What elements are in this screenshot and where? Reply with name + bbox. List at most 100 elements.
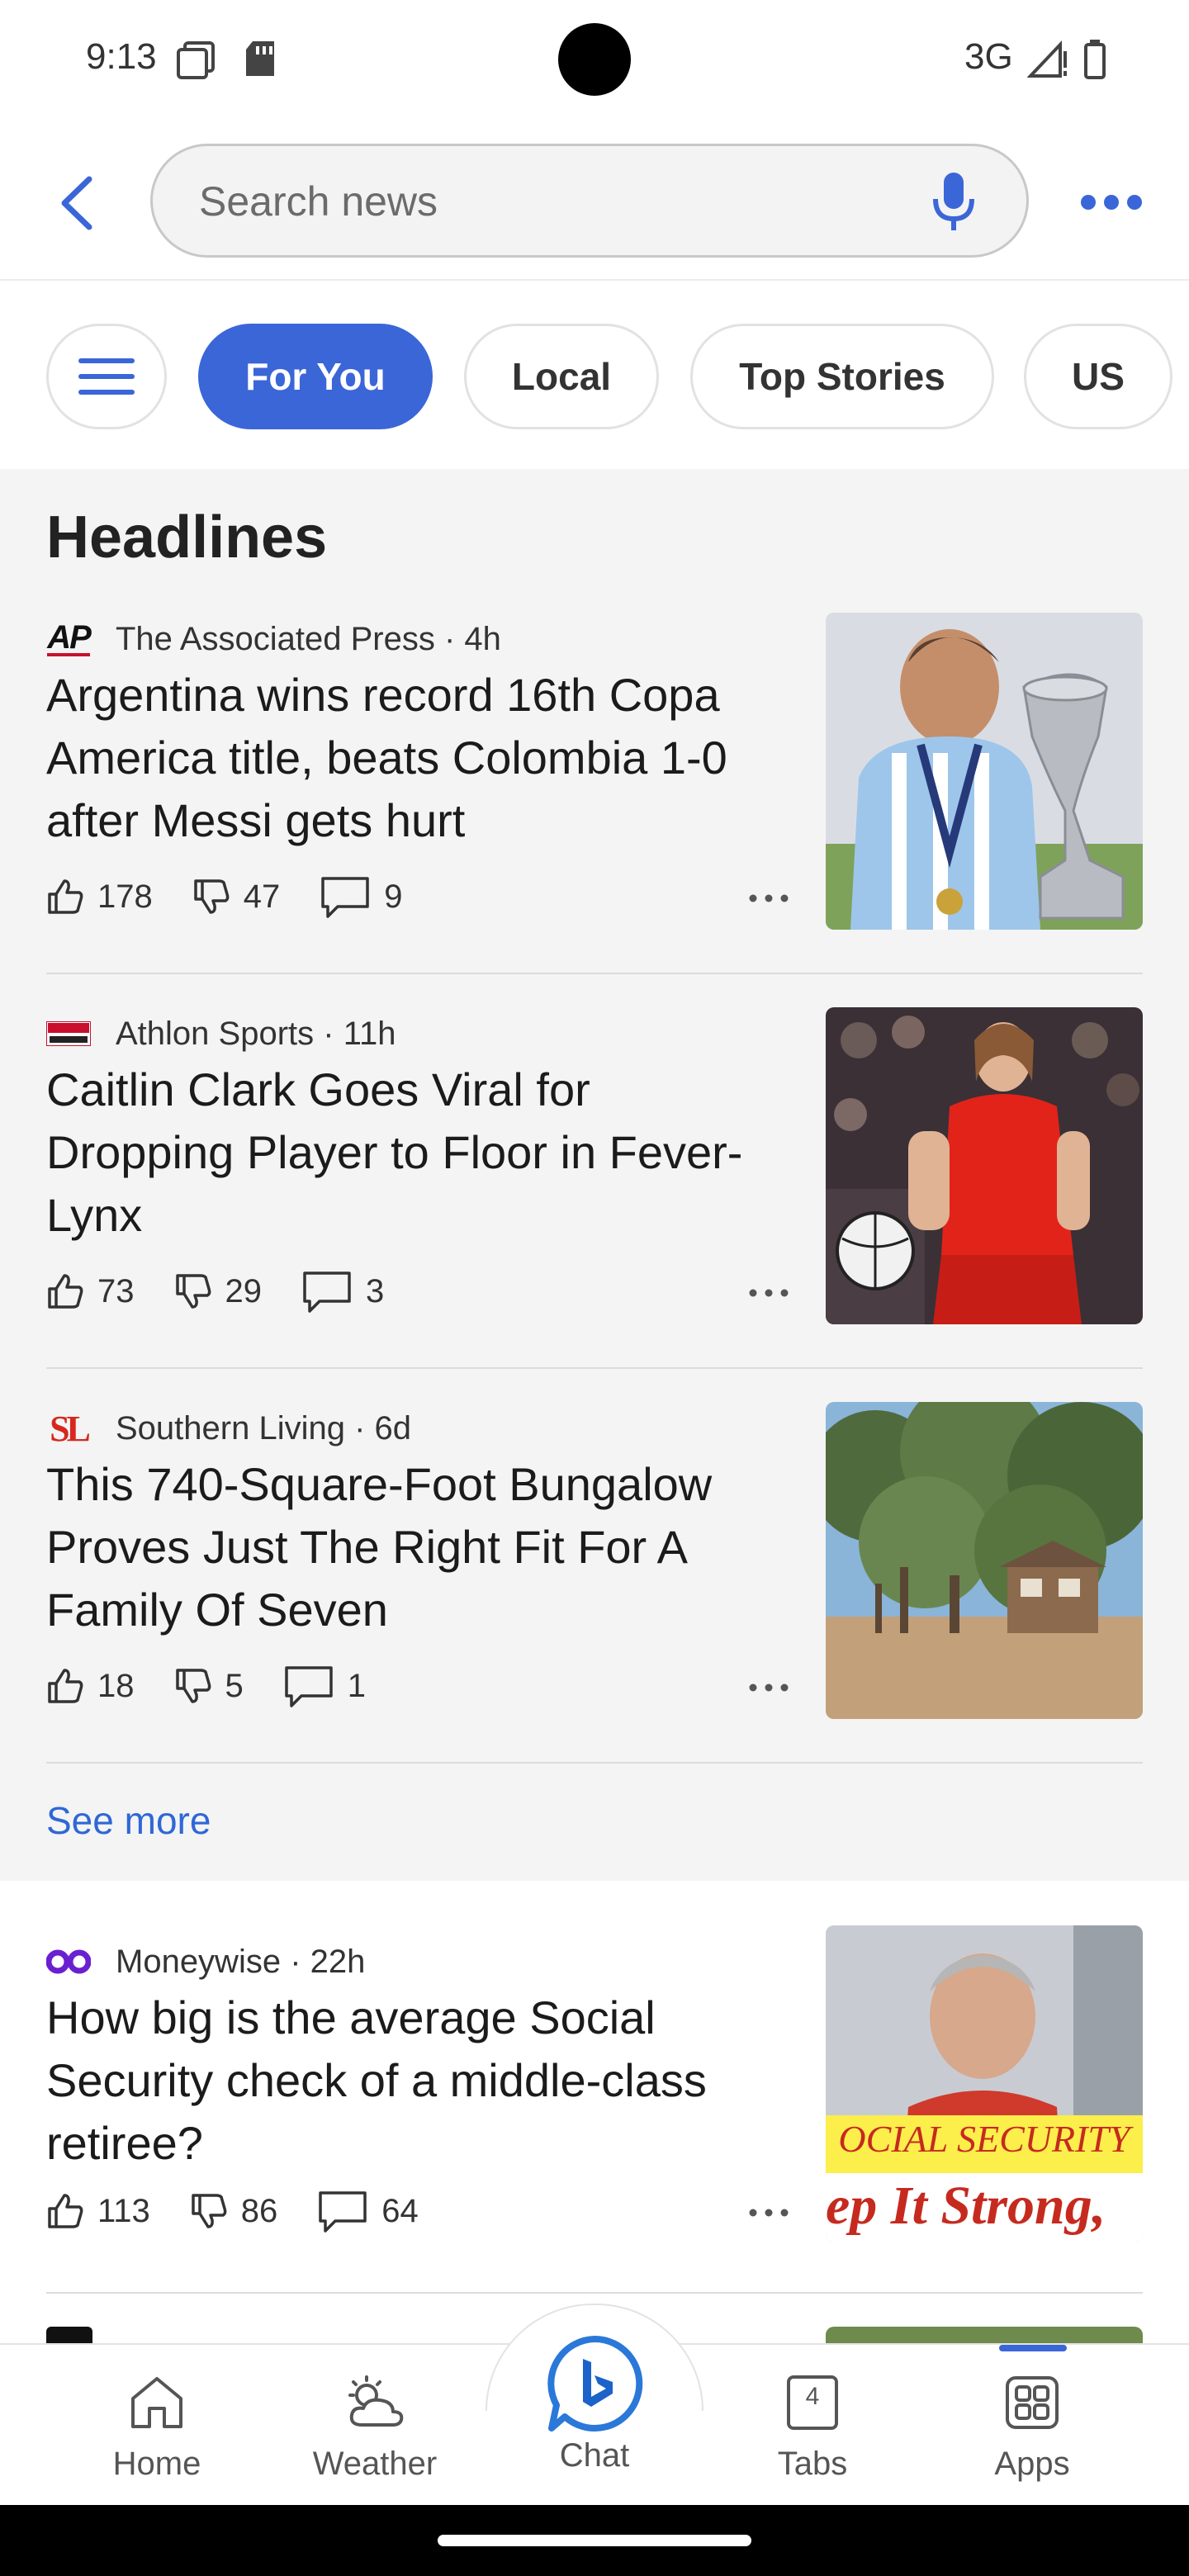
article-more-button[interactable] — [740, 2196, 798, 2229]
article-title[interactable]: Caitlin Clark Goes Viral for Dropping Pl… — [46, 1058, 789, 1247]
article-age: 4h — [464, 620, 501, 657]
dislike-count: 86 — [240, 2192, 278, 2229]
nav-chat[interactable]: Chat — [495, 2335, 694, 2507]
nav-home-label: Home — [112, 2446, 201, 2482]
moneywise-logo-icon — [46, 1943, 91, 1981]
dislike-button[interactable]: 47 — [192, 878, 281, 916]
system-navigation-bar — [0, 2505, 1189, 2576]
article-thumbnail[interactable]: OCIAL SECURITY ep It Strong, — [826, 1925, 1143, 2242]
source-name: Athlon Sports — [116, 1015, 315, 1052]
divider — [46, 2292, 1143, 2294]
athlon-sports-logo-icon — [46, 1015, 91, 1053]
article-age: 11h — [343, 1015, 396, 1052]
comment-button[interactable]: 3 — [301, 1270, 384, 1313]
dislike-button[interactable]: 86 — [190, 2192, 278, 2230]
tabs-count: 4 — [805, 2383, 820, 2410]
article-title[interactable]: Argentina wins record 16th Copa America … — [46, 664, 789, 852]
article-title[interactable]: This 740-Square-Foot Bungalow Proves Jus… — [46, 1453, 789, 1641]
tab-for-you[interactable]: For You — [198, 324, 433, 429]
article-card[interactable]: Moneywise · 22h How big is the average S… — [46, 1925, 1143, 2299]
dislike-button[interactable]: 5 — [174, 1667, 244, 1705]
category-tabs: For You Local Top Stories US — [0, 282, 1189, 469]
nav-chat-label: Chat — [559, 2437, 630, 2474]
article-source: Athlon Sports · 11h — [46, 1012, 396, 1055]
comment-count: 9 — [384, 878, 403, 915]
tab-local[interactable]: Local — [464, 324, 659, 429]
article-thumbnail[interactable] — [826, 613, 1143, 930]
headlines-section: Headlines AP The Associated Press · 4h A… — [0, 469, 1189, 1881]
sign-text-line-1: OCIAL SECURITY — [838, 2118, 1130, 2160]
dislike-count: 47 — [243, 878, 281, 915]
engagement-bar: 73 29 3 — [46, 1267, 424, 1316]
apps-grid-icon — [1006, 2376, 1059, 2429]
like-button[interactable]: 73 — [46, 1272, 135, 1310]
article-more-button[interactable] — [740, 1276, 798, 1309]
dislike-count: 5 — [225, 1667, 244, 1704]
status-bar: 9:13 3G — [0, 0, 1189, 116]
nav-tabs-label: Tabs — [777, 2446, 848, 2482]
comment-button[interactable]: 9 — [320, 875, 403, 918]
back-arrow-icon — [61, 176, 92, 230]
nav-apps[interactable]: Apps — [933, 2345, 1131, 2507]
like-count: 18 — [97, 1667, 135, 1704]
weather-icon — [348, 2375, 404, 2427]
status-time: 9:13 — [86, 36, 157, 77]
like-count: 73 — [97, 1272, 135, 1309]
home-icon — [131, 2377, 182, 2428]
like-button[interactable]: 113 — [46, 2192, 150, 2230]
next-article-logo-peek — [46, 2327, 92, 2343]
like-button[interactable]: 18 — [46, 1667, 135, 1705]
article-thumbnail[interactable] — [826, 1007, 1143, 1324]
tab-us[interactable]: US — [1024, 324, 1172, 429]
engagement-bar: 178 47 9 — [46, 872, 443, 921]
tab-top-stories[interactable]: Top Stories — [690, 324, 994, 429]
microphone-icon[interactable] — [929, 171, 978, 234]
sign-text-line-2: ep It Strong, — [826, 2176, 1106, 2236]
article-more-button[interactable] — [740, 1671, 798, 1704]
source-name: Moneywise — [116, 1943, 282, 1980]
article-more-button[interactable] — [740, 882, 798, 915]
comment-count: 64 — [381, 2192, 419, 2229]
engagement-bar: 113 86 64 — [46, 2186, 458, 2236]
source-name: The Associated Press — [116, 620, 435, 657]
more-horizontal-icon — [749, 1683, 789, 1692]
dislike-button[interactable]: 29 — [174, 1272, 263, 1310]
nav-tabs[interactable]: 4 Tabs — [713, 2345, 912, 2507]
article-age: 22h — [310, 1943, 366, 1980]
thumbs-down-icon — [192, 2194, 227, 2228]
search-placeholder: Search news — [199, 178, 438, 225]
camera-cutout — [558, 23, 631, 96]
thumbs-up-icon — [48, 879, 83, 914]
like-count: 113 — [97, 2192, 150, 2229]
see-more-link[interactable]: See more — [46, 1798, 211, 1843]
southern-living-logo-icon: SL — [50, 1408, 91, 1449]
comment-icon — [321, 877, 369, 918]
back-button[interactable] — [43, 170, 109, 236]
thumbs-up-icon — [48, 2194, 83, 2228]
nav-home[interactable]: Home — [58, 2345, 256, 2507]
network-type: 3G — [964, 36, 1013, 77]
article-source: Moneywise · 22h — [46, 1940, 365, 1983]
article-card[interactable]: SL Southern Living · 6d This 740-Square-… — [46, 1402, 1143, 1765]
article-card[interactable]: AP The Associated Press · 4h Argentina w… — [46, 613, 1143, 976]
engagement-bar: 18 5 1 — [46, 1661, 405, 1711]
article-card[interactable]: Athlon Sports · 11h Caitlin Clark Goes V… — [46, 1007, 1143, 1371]
nav-weather[interactable]: Weather — [276, 2345, 474, 2507]
search-input[interactable]: Search news — [150, 144, 1029, 258]
more-options-button[interactable] — [1070, 182, 1153, 223]
battery-icon — [1084, 40, 1106, 79]
next-article-thumbnail-peek — [826, 2327, 1143, 2343]
gesture-handle[interactable] — [438, 2535, 751, 2546]
comment-button[interactable]: 64 — [317, 2190, 419, 2233]
signal-icon — [1027, 40, 1067, 78]
dislike-count: 29 — [225, 1272, 263, 1309]
hamburger-menu-icon — [78, 358, 135, 395]
thumbs-down-icon — [194, 879, 230, 914]
article-title[interactable]: How big is the average Social Security c… — [46, 1986, 789, 2175]
divider — [46, 1367, 1143, 1369]
comment-button[interactable]: 1 — [283, 1664, 366, 1707]
like-button[interactable]: 178 — [46, 878, 153, 916]
article-thumbnail[interactable] — [826, 1402, 1143, 1719]
categories-menu-button[interactable] — [46, 324, 167, 429]
comment-count: 1 — [347, 1667, 366, 1704]
